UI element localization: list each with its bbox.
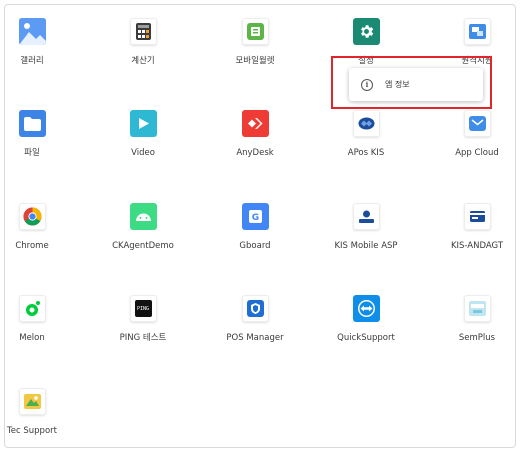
wallet-icon (241, 18, 269, 45)
app-video[interactable]: Video (98, 110, 188, 158)
app-label: 파일 (24, 148, 40, 158)
app-label: POS Manager (226, 333, 284, 343)
app-label: PING 테스트 (119, 333, 167, 343)
remote-icon (463, 18, 491, 45)
gear-icon (352, 18, 380, 45)
app-label: CKAgentDemo (112, 241, 174, 251)
app-label: KIS-ANDAGT (450, 241, 504, 251)
quicksupport-icon (352, 295, 380, 322)
app-app-cloud[interactable]: App Cloud (432, 110, 520, 158)
terminal-icon: PING (129, 295, 157, 322)
app-anydesk[interactable]: AnyDesk (210, 110, 300, 158)
app-melon[interactable]: Melon (0, 295, 77, 343)
folder-icon (18, 110, 46, 137)
svg-text:G: G (251, 213, 258, 223)
play-icon (129, 110, 157, 137)
app-gboard[interactable]: G Gboard (210, 203, 300, 251)
app-label: 계산기 (131, 56, 155, 66)
card-icon (463, 203, 491, 230)
app-pos-manager[interactable]: POS Manager (210, 295, 300, 343)
app-calculator[interactable]: 계산기 (98, 18, 188, 66)
app-kis-andagt[interactable]: KIS-ANDAGT (432, 203, 520, 251)
android-icon (129, 203, 157, 230)
gboard-icon: G (241, 203, 269, 230)
app-label: QuickSupport (337, 333, 395, 343)
app-label: 모바일월렛 (235, 56, 275, 66)
app-kis-mobile-asp[interactable]: KIS Mobile ASP (321, 203, 411, 251)
highlight-box (331, 56, 492, 109)
app-label: KIS Mobile ASP (334, 241, 398, 251)
app-ckagentdemo[interactable]: CKAgentDemo (98, 203, 188, 251)
app-quicksupport[interactable]: QuickSupport (321, 295, 411, 343)
calculator-icon (129, 18, 157, 45)
app-label: Melon (19, 333, 45, 343)
app-files[interactable]: 파일 (0, 110, 77, 158)
cloud-mail-icon (463, 110, 491, 137)
chrome-icon (18, 203, 46, 230)
app-label: Tec Support (7, 426, 57, 436)
app-mobile-wallet[interactable]: 모바일월렛 (210, 18, 300, 66)
app-tec-support[interactable]: Tec Support (0, 388, 77, 436)
app-label: Gboard (239, 241, 271, 251)
app-apos-kis[interactable]: APos KIS (321, 110, 411, 158)
apos-icon (352, 110, 380, 137)
tec-support-icon (18, 388, 46, 415)
svg-text:PING: PING (137, 306, 149, 312)
melon-icon (18, 295, 46, 322)
app-label: AnyDesk (236, 148, 274, 158)
app-label: App Cloud (455, 148, 499, 158)
app-gallery[interactable]: 갤러리 (0, 18, 77, 66)
app-ping-test[interactable]: PING PING 테스트 (98, 295, 188, 343)
anydesk-icon (241, 110, 269, 137)
app-label: 갤러리 (20, 56, 44, 66)
app-label: APos KIS (347, 148, 385, 158)
app-semplus[interactable]: SemPlus (432, 295, 520, 343)
app-label: Video (131, 148, 155, 158)
kis-asp-icon (352, 203, 380, 230)
semplus-icon (463, 295, 491, 322)
gallery-icon (18, 18, 46, 45)
app-label: Chrome (15, 241, 49, 251)
shield-icon (241, 295, 269, 322)
app-chrome[interactable]: Chrome (0, 203, 77, 251)
app-label: SemPlus (458, 333, 496, 343)
